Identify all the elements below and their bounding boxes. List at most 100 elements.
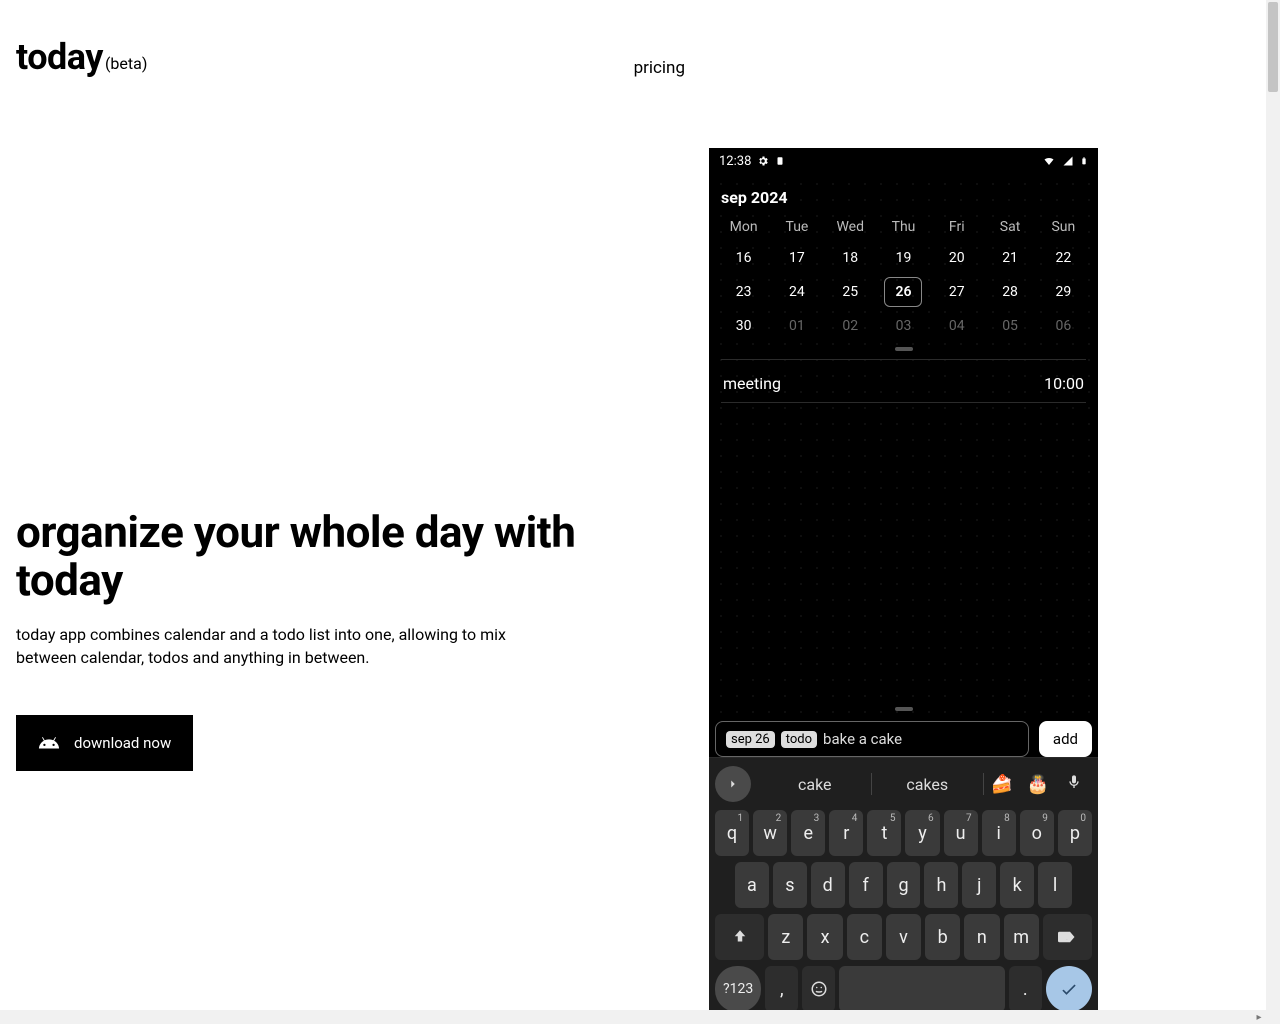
drag-handle-icon[interactable] — [895, 707, 913, 711]
calendar-date[interactable]: 03 — [877, 309, 930, 343]
keyboard-key[interactable]: a — [735, 862, 769, 908]
calendar-date[interactable]: 22 — [1037, 241, 1090, 275]
hero-subtitle: today app combines calendar and a todo l… — [16, 623, 556, 669]
enter-key[interactable] — [1046, 966, 1092, 1012]
calendar-month-label: sep 2024 — [709, 174, 1098, 213]
calendar-dow: Wed — [824, 219, 877, 235]
calendar-date[interactable]: 26 — [877, 275, 930, 309]
calendar-date[interactable]: 20 — [930, 241, 983, 275]
calendar-date[interactable]: 18 — [824, 241, 877, 275]
suggestion-emoji[interactable]: 🎂 — [1020, 774, 1056, 795]
emoji-key[interactable] — [802, 966, 835, 1012]
calendar-date[interactable]: 28 — [983, 275, 1036, 309]
keyboard-key[interactable]: r4 — [829, 810, 863, 856]
backspace-key[interactable] — [1043, 914, 1092, 960]
shift-key[interactable] — [715, 914, 764, 960]
android-icon — [38, 732, 60, 754]
calendar-dow: Tue — [770, 219, 823, 235]
keyboard-key[interactable]: e3 — [791, 810, 825, 856]
brand: today (beta) — [16, 36, 147, 78]
calendar-date[interactable]: 21 — [983, 241, 1036, 275]
keyboard-key[interactable]: . — [1009, 966, 1042, 1012]
calendar-date[interactable]: 02 — [824, 309, 877, 343]
keyboard-key[interactable]: w2 — [753, 810, 787, 856]
keyboard-key[interactable]: u7 — [944, 810, 978, 856]
calendar-date[interactable]: 05 — [983, 309, 1036, 343]
android-status-bar: 12:38 — [709, 148, 1098, 174]
todo-chip[interactable]: todo — [781, 731, 817, 748]
calendar-date[interactable]: 24 — [770, 275, 823, 309]
keyboard-key[interactable]: z — [768, 914, 803, 960]
card-icon — [775, 155, 785, 167]
calendar-dow: Sat — [983, 219, 1036, 235]
calendar-dow: Fri — [930, 219, 983, 235]
wifi-icon — [1042, 155, 1056, 167]
calendar-date[interactable]: 29 — [1037, 275, 1090, 309]
space-key[interactable] — [839, 966, 1004, 1012]
calendar: MonTueWedThuFriSatSun 16171819202122 2324… — [709, 213, 1098, 360]
brand-beta-tag: (beta) — [105, 54, 147, 73]
keyboard-key[interactable]: v — [886, 914, 921, 960]
calendar-date[interactable]: 16 — [717, 241, 770, 275]
calendar-date[interactable]: 23 — [717, 275, 770, 309]
battery-icon — [1080, 154, 1088, 168]
keyboard-key[interactable]: n — [964, 914, 999, 960]
keyboard-key[interactable]: b — [925, 914, 960, 960]
new-item-input[interactable]: sep 26 todo bake a cake — [715, 721, 1029, 757]
download-button[interactable]: download now — [16, 715, 193, 771]
calendar-date[interactable]: 01 — [770, 309, 823, 343]
suggestion[interactable]: cake — [759, 775, 871, 794]
keyboard-key[interactable]: m — [1004, 914, 1039, 960]
keyboard-key[interactable]: f — [849, 862, 883, 908]
calendar-date[interactable]: 06 — [1037, 309, 1090, 343]
keyboard-key[interactable]: p0 — [1058, 810, 1092, 856]
keyboard-key[interactable]: d — [811, 862, 845, 908]
event-row[interactable]: meeting 10:00 — [709, 360, 1098, 407]
keyboard-key[interactable]: o9 — [1020, 810, 1054, 856]
keyboard-key[interactable]: t5 — [867, 810, 901, 856]
keyboard-key[interactable]: , — [765, 966, 798, 1012]
new-item-text: bake a cake — [823, 730, 902, 748]
onscreen-keyboard: cake cakes 🍰 🎂 q1w2e3r4t5y6u7i8o9p0 asdf… — [709, 757, 1098, 1017]
chevron-right-icon[interactable] — [715, 766, 751, 802]
calendar-date[interactable]: 04 — [930, 309, 983, 343]
event-title: meeting — [723, 374, 781, 393]
event-time: 10:00 — [1044, 374, 1084, 393]
keyboard-key[interactable]: s — [773, 862, 807, 908]
keyboard-key[interactable]: h — [924, 862, 958, 908]
signal-icon — [1062, 155, 1074, 167]
keyboard-key[interactable]: c — [847, 914, 882, 960]
nav-pricing-link[interactable]: pricing — [634, 58, 685, 78]
calendar-date[interactable]: 25 — [824, 275, 877, 309]
keyboard-key[interactable]: k — [1000, 862, 1034, 908]
brand-name: today — [16, 36, 103, 78]
drag-handle-icon[interactable] — [895, 347, 913, 351]
download-button-label: download now — [74, 734, 171, 752]
keyboard-key[interactable]: q1 — [715, 810, 749, 856]
hero-title: organize your whole day with today — [16, 508, 580, 605]
microphone-icon[interactable] — [1056, 774, 1092, 794]
calendar-dow: Sun — [1037, 219, 1090, 235]
date-chip[interactable]: sep 26 — [726, 731, 775, 748]
calendar-dow: Thu — [877, 219, 930, 235]
keyboard-key[interactable]: i8 — [982, 810, 1016, 856]
calendar-date[interactable]: 19 — [877, 241, 930, 275]
suggestion-emoji[interactable]: 🍰 — [984, 774, 1020, 795]
keyboard-key[interactable]: y6 — [905, 810, 939, 856]
status-time: 12:38 — [719, 154, 751, 169]
suggestion[interactable]: cakes — [872, 775, 984, 794]
gear-icon — [757, 155, 769, 167]
keyboard-key[interactable]: j — [962, 862, 996, 908]
calendar-date[interactable]: 27 — [930, 275, 983, 309]
keyboard-key[interactable]: g — [887, 862, 921, 908]
phone-screenshot: 12:38 sep 2024 MonTueWedThuFriSatSun 161… — [709, 148, 1098, 1017]
keyboard-key[interactable]: x — [807, 914, 842, 960]
symbols-key[interactable]: ?123 — [715, 966, 761, 1012]
keyboard-key[interactable]: l — [1038, 862, 1072, 908]
vertical-scrollbar[interactable] — [1266, 0, 1280, 1024]
calendar-date[interactable]: 17 — [770, 241, 823, 275]
calendar-dow: Mon — [717, 219, 770, 235]
calendar-date[interactable]: 30 — [717, 309, 770, 343]
add-button[interactable]: add — [1039, 721, 1092, 757]
horizontal-scrollbar[interactable]: ▸ — [0, 1010, 1266, 1024]
